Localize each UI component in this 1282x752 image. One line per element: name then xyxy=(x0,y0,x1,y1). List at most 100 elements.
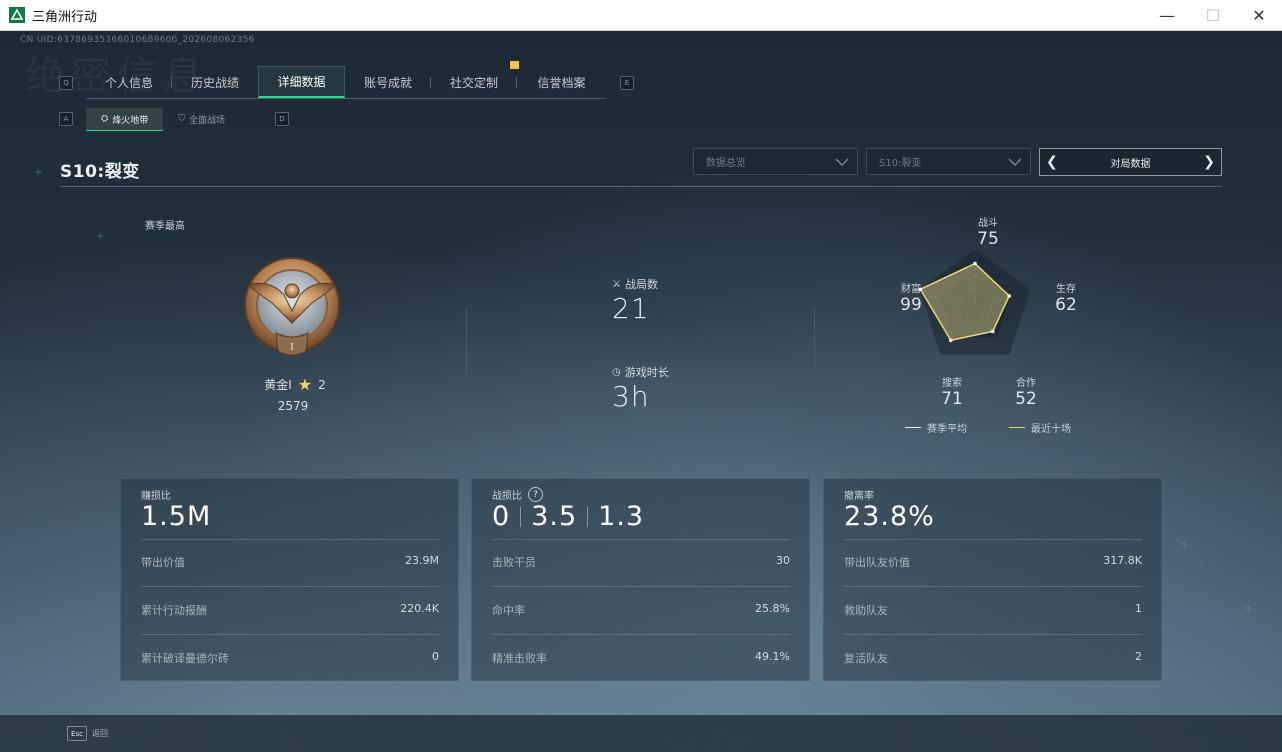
legend-season-avg: 赛季平均 xyxy=(905,420,967,435)
profit-card: 赚损比 1.5M 带出价值 23.9M 累计行动报酬 220.4K 累计破译曼德尔砖… xyxy=(120,478,459,681)
legend-swatch xyxy=(1009,427,1025,428)
playtime-stat: ◷ 游戏时长 3h xyxy=(612,364,669,413)
radar-axis-value: 71 xyxy=(941,389,963,409)
row-divider xyxy=(844,634,1142,635)
season-title: S10:裂变 xyxy=(60,162,140,182)
section-divider xyxy=(466,309,467,373)
operations-icon: ⛭ xyxy=(101,114,109,124)
season-dropdown[interactable]: S10:裂变 xyxy=(866,148,1031,175)
radar-axis-search: 搜索 71 xyxy=(932,374,972,409)
tab-social-custom[interactable]: 社交定制 xyxy=(431,61,519,98)
radar-axis-value: 75 xyxy=(977,229,999,249)
extraction-card: 撤离率 23.8% 带出队友价值 317.8K 救助队友 1 复活队友 2 xyxy=(823,478,1162,681)
rank-tier: 黄金Ⅰ xyxy=(264,378,292,392)
card-value-group: 0 3.5 1.3 xyxy=(492,501,644,532)
star-icon: ★ xyxy=(297,375,313,394)
radar-axis-name: 搜索 xyxy=(942,378,962,389)
stat-row: 击败干员 30 xyxy=(492,554,790,570)
subtab-prev-key[interactable]: A xyxy=(59,112,73,126)
chevron-right-icon[interactable]: ❯ xyxy=(1203,154,1215,170)
stat-value: 30 xyxy=(776,554,790,567)
card-value: 1.5M xyxy=(141,501,212,532)
radar-axis-combat: 战斗 75 xyxy=(968,214,1008,249)
tab-next-key[interactable]: E xyxy=(620,76,634,90)
stat-value: 23.9M xyxy=(405,554,439,567)
stat-row: 带出队友价值 317.8K xyxy=(844,554,1142,570)
radar-axis-value: 99 xyxy=(900,295,922,315)
dropdown-value: S10:裂变 xyxy=(879,158,922,169)
matches-value: 21 xyxy=(612,292,650,325)
stat-row: 复活队友 2 xyxy=(844,650,1142,666)
help-icon[interactable]: ? xyxy=(528,487,543,502)
row-divider xyxy=(492,539,790,540)
radar-point xyxy=(948,338,953,343)
stat-key: 命中率 xyxy=(492,604,525,617)
mode-pager: ❮ 对局数据 ❯ xyxy=(1039,148,1222,176)
legend-swatch xyxy=(905,427,921,428)
tab-achievements[interactable]: 账号成就 xyxy=(345,66,431,98)
main-tabs: 个人信息 历史战绩 详细数据 账号成就 社交定制 信誉档案 xyxy=(86,61,606,99)
chevron-down-icon xyxy=(1008,158,1022,166)
stat-key: 击败干员 xyxy=(492,556,536,569)
deco-cross: + xyxy=(34,167,43,178)
deco-cross: + xyxy=(1180,539,1189,550)
matches-label-row: ⚔ 战局数 xyxy=(612,276,658,292)
subtab-warfare[interactable]: ⛉ 全面战场 xyxy=(163,108,240,130)
stat-row: 精准击败率 49.1% xyxy=(492,650,790,666)
crossed-swords-icon: ⚔ xyxy=(612,278,621,290)
warfare-icon: ⛉ xyxy=(178,114,185,124)
stat-key: 累计破译曼德尔砖 xyxy=(141,652,229,665)
radar-axis-cooperation: 合作 52 xyxy=(1006,374,1046,409)
tab-detailed-data[interactable]: 详细数据 xyxy=(258,66,345,98)
stat-row: 累计破译曼德尔砖 0 xyxy=(141,650,439,666)
esc-key[interactable]: Esc xyxy=(67,726,87,741)
stat-key: 复活队友 xyxy=(844,652,888,665)
tab-personal-info[interactable]: 个人信息 xyxy=(86,66,172,98)
playtime-label: 游戏时长 xyxy=(624,366,669,379)
radar-point xyxy=(1007,294,1011,298)
tab-reputation[interactable]: 信誉档案 xyxy=(517,66,606,98)
stat-key: 带出队友价值 xyxy=(844,556,910,569)
chevron-down-icon xyxy=(835,158,849,166)
game-area: 绝密信息 CN UID:6378693536601068960б_2026080… xyxy=(0,31,1282,752)
tab-prev-key[interactable]: Q xyxy=(59,76,73,90)
radar-point xyxy=(973,261,977,266)
row-divider xyxy=(492,634,790,635)
subtab-label: 烽火地带 xyxy=(112,115,149,126)
rank-medal-icon: I xyxy=(244,257,340,356)
subtab-operations[interactable]: ⛭ 烽火地带 xyxy=(86,108,164,131)
subtab-label: 全面战场 xyxy=(188,115,225,126)
back-label[interactable]: 返回 xyxy=(92,728,108,739)
value-separator xyxy=(520,506,522,527)
chevron-left-icon[interactable]: ❮ xyxy=(1046,154,1058,170)
tab-label: 信誉档案 xyxy=(537,75,586,90)
season-best-label: 赛季最高 xyxy=(145,221,185,232)
stat-row: 命中率 25.8% xyxy=(492,602,790,618)
stat-value: 25.8% xyxy=(755,602,790,615)
data-overview-dropdown[interactable]: 数据总览 xyxy=(693,148,858,175)
card-value: 3.5 xyxy=(531,501,578,532)
close-button[interactable]: ✕ xyxy=(1236,0,1282,31)
deco-cross: + xyxy=(1244,603,1253,614)
stat-value: 2 xyxy=(1135,650,1142,663)
radar-axis-wealth: 财富 99 xyxy=(891,280,931,315)
row-divider xyxy=(141,586,439,587)
card-label: 赚损比 xyxy=(141,491,171,502)
row-divider xyxy=(141,539,439,540)
radar-axis-name: 合作 xyxy=(1016,378,1036,389)
stat-value: 49.1% xyxy=(755,650,790,663)
tab-label: 详细数据 xyxy=(277,75,326,89)
playtime-label-row: ◷ 游戏时长 xyxy=(612,364,669,380)
radar-axis-value: 52 xyxy=(1015,389,1037,409)
mode-subtabs: ⛭ 烽火地带 ⛉ 全面战场 xyxy=(86,108,240,131)
maximize-button[interactable]: ☐ xyxy=(1190,0,1236,31)
stat-row: 带出价值 23.9M xyxy=(141,554,439,570)
stat-value: 317.8K xyxy=(1103,554,1142,567)
dropdown-value: 数据总览 xyxy=(706,158,746,169)
subtab-next-key[interactable]: D xyxy=(275,112,289,126)
stat-value: 0 xyxy=(432,650,439,663)
card-value: 1.3 xyxy=(598,501,645,532)
tab-match-history[interactable]: 历史战绩 xyxy=(172,66,258,98)
minimize-button[interactable]: — xyxy=(1144,0,1190,31)
stat-value: 220.4K xyxy=(400,602,439,615)
